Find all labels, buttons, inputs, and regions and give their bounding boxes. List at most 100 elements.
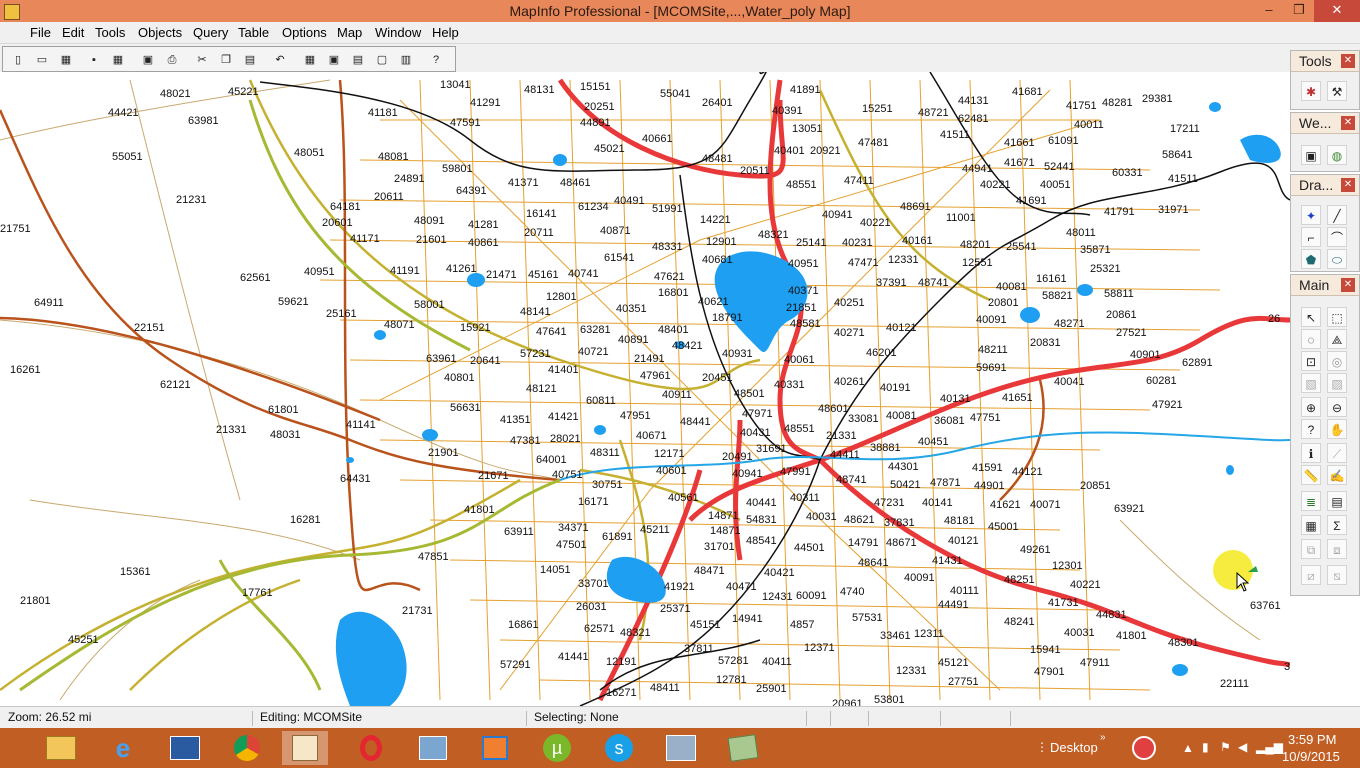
menu-help[interactable]: Help (432, 25, 459, 40)
tool-manager-icon[interactable]: ⚒ (1327, 81, 1347, 101)
print-icon[interactable]: ⎙ (163, 51, 181, 69)
help-pointer-icon[interactable]: ? (427, 51, 445, 69)
menu-objects[interactable]: Objects (138, 25, 182, 40)
menu-file[interactable]: File (30, 25, 51, 40)
chrome-icon[interactable] (224, 731, 270, 765)
marquee-select-icon[interactable]: ⬚ (1327, 307, 1347, 327)
polygon-select-icon[interactable]: ⟁ (1327, 329, 1347, 349)
office-icon[interactable] (472, 731, 518, 765)
layer-control-icon[interactable]: ≣ (1301, 491, 1321, 511)
open-workspace-icon[interactable]: ▦ (57, 51, 75, 69)
new-layout-icon[interactable]: ▢ (373, 51, 391, 69)
zoom-in-icon[interactable]: ⊕ (1301, 397, 1321, 417)
map-canvas[interactable]: 48021 45221130414129148131 151515504126401… (0, 72, 1290, 706)
change-view-icon[interactable]: ? (1301, 419, 1321, 439)
selecting-status[interactable]: Selecting: None (534, 710, 619, 726)
web-map-icon[interactable]: ▣ (1301, 145, 1321, 165)
save-copy-icon[interactable]: ▣ (139, 51, 157, 69)
close-button[interactable]: ✕ (1314, 0, 1360, 22)
paste-icon[interactable]: ▤ (241, 51, 259, 69)
polygon-icon[interactable]: ⬟ (1301, 249, 1321, 269)
redistrict-icon[interactable]: ▥ (397, 51, 415, 69)
grabber-hand-icon[interactable]: ✋ (1327, 419, 1347, 439)
polyline-icon[interactable]: ⌐ (1301, 227, 1321, 247)
ellipse-icon[interactable]: ⬭ (1327, 249, 1347, 269)
new-browser-icon[interactable]: ▦ (301, 51, 319, 69)
restore-button[interactable]: ❐ (1284, 0, 1314, 22)
skype-icon[interactable]: s (596, 731, 642, 765)
menu-window[interactable]: Window (375, 25, 421, 40)
main-panel-close-button[interactable]: ✕ (1341, 278, 1355, 292)
drawing-panel-close-button[interactable]: ✕ (1341, 178, 1355, 192)
document-icon[interactable] (720, 731, 766, 765)
map-window[interactable]: 48021 45221 13041 41291 48131 15151 55041 26401… (0, 72, 1290, 706)
new-grapher-icon[interactable]: ▤ (349, 51, 367, 69)
flag-icon[interactable]: ⚑ (1220, 740, 1231, 754)
statistics-icon[interactable]: Σ (1327, 515, 1347, 535)
menu-map[interactable]: Map (337, 25, 362, 40)
clock-time[interactable]: 3:59 PM (1288, 732, 1336, 747)
set-clip-region-icon[interactable]: ⧈ (1327, 539, 1347, 559)
map-label: 48541 (746, 535, 777, 547)
menu-tools[interactable]: Tools (95, 25, 125, 40)
cut-icon[interactable]: ✂ (193, 51, 211, 69)
unselect-all-icon[interactable]: ◎ (1327, 351, 1347, 371)
lenovo-icon[interactable] (162, 731, 208, 765)
toolbar-expand-icon[interactable]: » (1100, 732, 1106, 743)
volume-icon[interactable]: ◀ (1238, 740, 1247, 754)
network-icon[interactable]: ▂▄▆ (1256, 740, 1283, 754)
file-explorer-icon[interactable] (38, 731, 84, 765)
mapinfo-icon[interactable] (282, 731, 328, 765)
line-icon[interactable]: ╱ (1327, 205, 1347, 225)
web-panel-close-button[interactable]: ✕ (1341, 116, 1355, 130)
menu-edit[interactable]: Edit (62, 25, 84, 40)
boundary-select-icon[interactable]: ⊡ (1301, 351, 1321, 371)
new-icon[interactable]: ▯ (9, 51, 27, 69)
zoom-out-icon[interactable]: ⊖ (1327, 397, 1347, 417)
show-hidden-icons-icon[interactable]: ▲ (1182, 741, 1194, 755)
undo-icon[interactable]: ↶ (271, 51, 289, 69)
label-tool-icon[interactable]: ✍ (1327, 465, 1347, 485)
minimize-button[interactable]: – (1254, 0, 1284, 22)
save-icon[interactable]: ▪ (85, 51, 103, 69)
web-globe-icon[interactable]: ◍ (1327, 145, 1347, 165)
photo-icon[interactable] (658, 731, 704, 765)
clock-date[interactable]: 10/9/2015 (1282, 749, 1340, 764)
map-label: 40621 (698, 296, 729, 308)
menu-options[interactable]: Options (282, 25, 327, 40)
opera-icon[interactable] (348, 731, 394, 765)
utorrent-icon[interactable]: µ (534, 731, 580, 765)
open-icon[interactable]: ▭ (33, 51, 51, 69)
desktop-toolbar-label[interactable]: Desktop (1050, 740, 1098, 755)
tools-panel-close-button[interactable]: ✕ (1341, 54, 1355, 68)
arc-icon[interactable]: ⌒ (1327, 227, 1347, 247)
legend-icon[interactable]: ▤ (1327, 491, 1347, 511)
image-viewer-icon[interactable] (410, 731, 456, 765)
zoom-status[interactable]: Zoom: 26.52 mi (8, 710, 91, 726)
browse-table-icon[interactable]: ▦ (1301, 515, 1321, 535)
radius-select-icon[interactable]: ◌ (1301, 329, 1321, 349)
copy-icon[interactable]: ❐ (217, 51, 235, 69)
clip-region-icon[interactable]: ⧉ (1301, 539, 1321, 559)
menu-query[interactable]: Query (193, 25, 228, 40)
drag-map-icon[interactable]: ⧄ (1301, 565, 1321, 585)
hotlink-icon[interactable]: ⟋ (1327, 443, 1347, 463)
invert-selection-icon[interactable]: ▧ (1301, 373, 1321, 393)
ruler-icon[interactable]: 📏 (1301, 465, 1321, 485)
editing-status[interactable]: Editing: MCOMSite (260, 710, 362, 726)
show-hide-icon[interactable]: ⧅ (1327, 565, 1347, 585)
save-workspace-icon[interactable]: ▦ (109, 51, 127, 69)
map-label: 48601 (818, 403, 849, 415)
menu-table[interactable]: Table (238, 25, 269, 40)
internet-explorer-icon[interactable]: e (100, 731, 146, 765)
info-tool-icon[interactable]: ℹ (1301, 443, 1321, 463)
map-label: 40221 (980, 179, 1011, 191)
select-arrow-icon[interactable]: ↖ (1301, 307, 1321, 327)
graph-select-icon[interactable]: ▨ (1327, 373, 1347, 393)
antivirus-tray-icon[interactable] (1124, 731, 1164, 765)
running-man-icon[interactable]: ✱ (1301, 81, 1321, 101)
map-label: 44491 (938, 599, 969, 611)
device-icon[interactable]: ▮ (1202, 740, 1209, 754)
symbol-icon[interactable]: ✦ (1301, 205, 1321, 225)
new-mapper-icon[interactable]: ▣ (325, 51, 343, 69)
